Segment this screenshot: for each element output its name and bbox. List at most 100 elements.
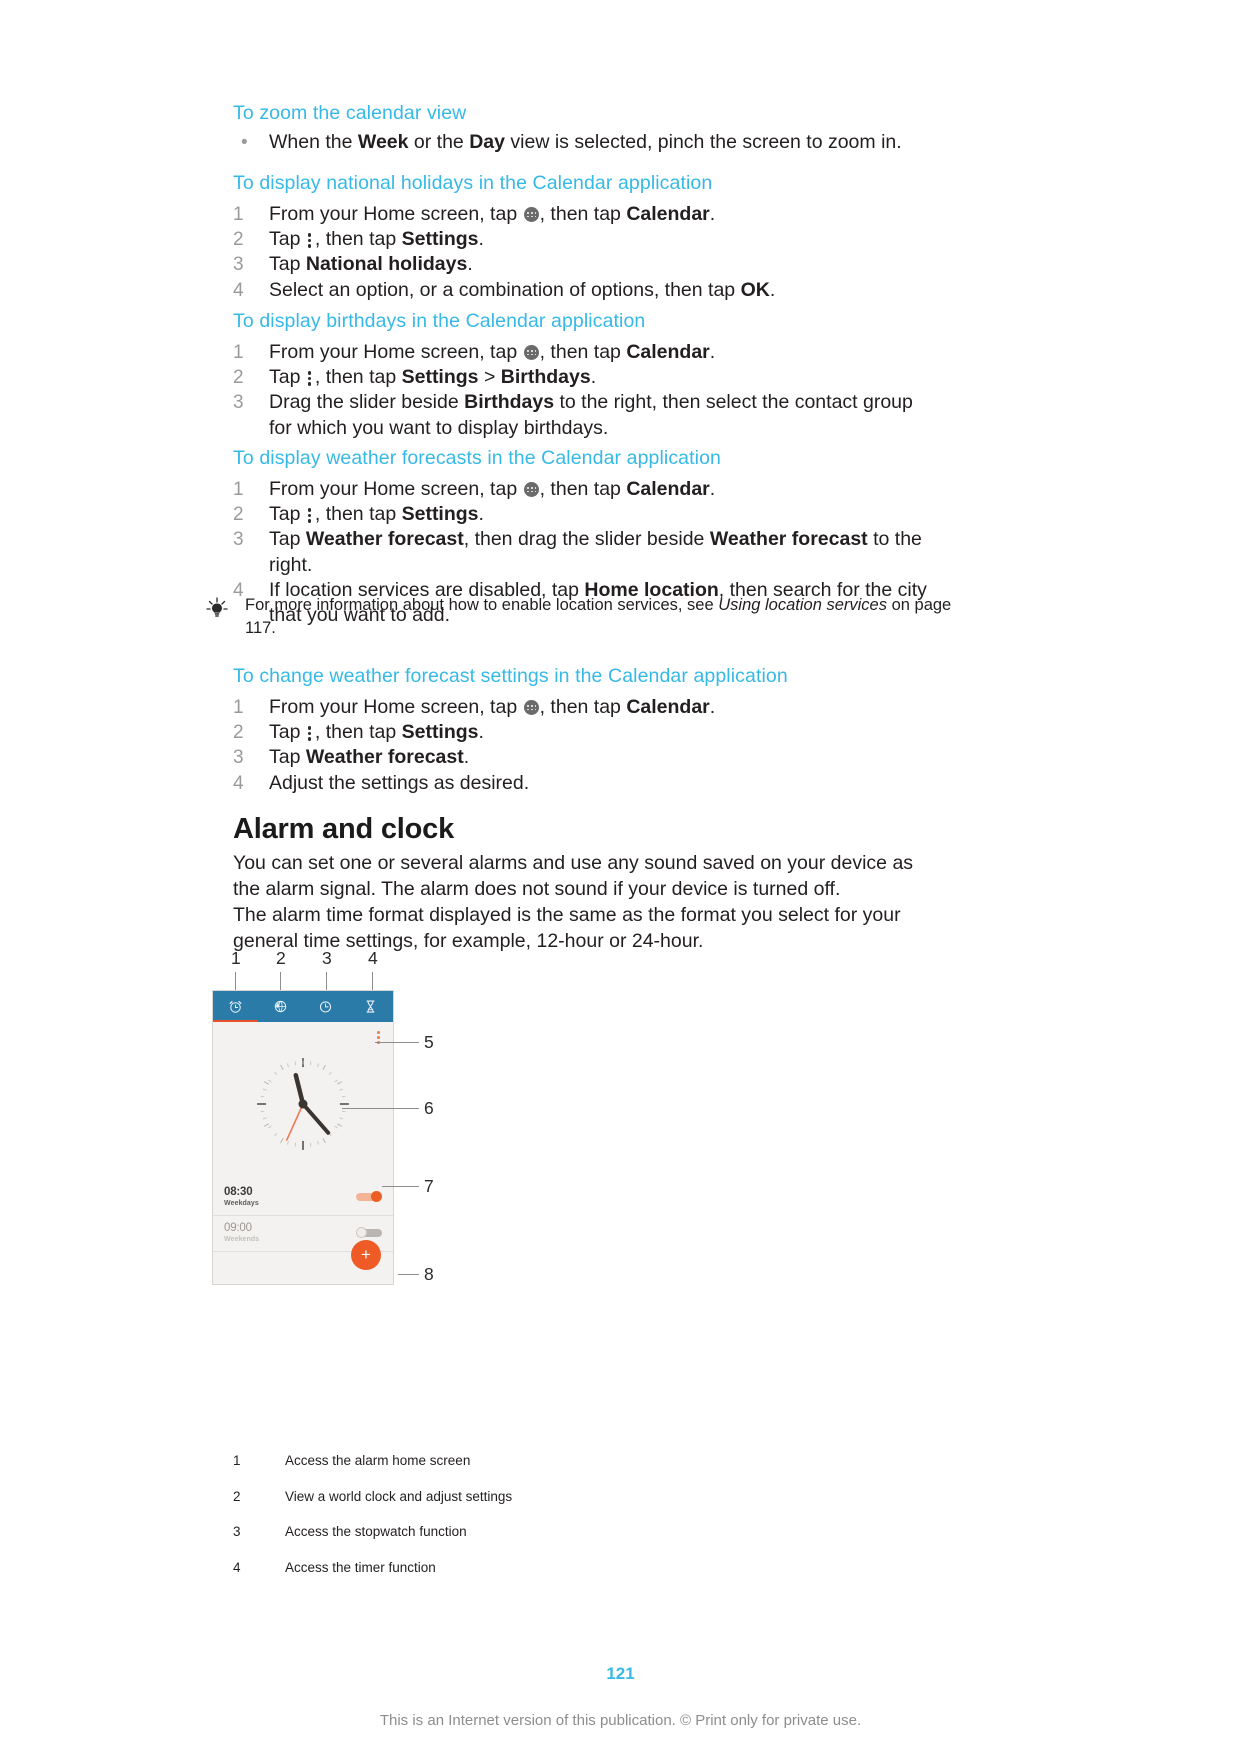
legend-row: 1 Access the alarm home screen xyxy=(233,1452,933,1470)
steps-national-holidays: 1 From your Home screen, tap , then tap C… xyxy=(233,202,933,303)
step-text: From your Home screen, tap , then tap Ca… xyxy=(269,478,716,500)
lightbulb-icon xyxy=(206,597,228,617)
callout-number-8: 8 xyxy=(424,1264,434,1284)
add-alarm-button[interactable]: + xyxy=(351,1240,381,1270)
step-text: Tap , then tap Settings > Birthdays. xyxy=(269,366,597,389)
legend-row: 4 Access the timer function xyxy=(233,1559,933,1577)
leader-line-7 xyxy=(382,1186,419,1188)
app-grid-icon xyxy=(523,207,539,222)
section-heading: To display birthdays in the Calendar app… xyxy=(233,310,646,332)
bullet-list: • When the Week or the Day view is selec… xyxy=(233,130,933,155)
section-birthdays: To display birthdays in the Calendar app… xyxy=(233,308,933,334)
step-text: Tap , then tap Settings. xyxy=(269,228,484,251)
clock-app-tabbar xyxy=(213,991,393,1022)
ui-term: OK xyxy=(740,278,770,301)
step-text: Tap Weather forecast, then drag the slid… xyxy=(269,528,922,576)
step-number: 3 xyxy=(233,529,244,551)
step-text: Tap Weather forecast. xyxy=(269,746,470,769)
list-item: 1 From your Home screen, tap , then tap C… xyxy=(233,340,933,365)
cross-reference: Using location services xyxy=(718,596,887,614)
step-number: 2 xyxy=(233,504,244,526)
step-text: From your Home screen, tap , then tap Ca… xyxy=(269,341,716,363)
list-item: 2 Tap , then tap Settings. xyxy=(233,502,933,527)
tab-alarm[interactable] xyxy=(213,991,258,1022)
leader-line-8 xyxy=(398,1274,419,1276)
paragraph: You can set one or several alarms and us… xyxy=(233,852,914,900)
step-number: 4 xyxy=(233,279,244,301)
step-text: Tap , then tap Settings. xyxy=(269,503,484,526)
bullet-marker: • xyxy=(241,132,248,153)
numbered-list: 1 From your Home screen, tap , then tap C… xyxy=(233,695,933,796)
alarm-toggle[interactable] xyxy=(356,1191,382,1202)
section-heading: To zoom the calendar view xyxy=(233,102,467,124)
app-grid-icon xyxy=(523,345,539,360)
legend-text: Access the stopwatch function xyxy=(285,1524,467,1539)
legend-number: 1 xyxy=(233,1453,241,1468)
tab-stopwatch[interactable] xyxy=(303,991,348,1022)
step-number: 3 xyxy=(233,254,244,276)
callout-number-5: 5 xyxy=(424,1032,434,1052)
list-item: 3 Drag the slider beside Birthdays to the… xyxy=(233,390,933,440)
ui-term: Weather forecast xyxy=(709,528,868,551)
section-heading: To display national holidays in the Cale… xyxy=(233,172,713,194)
list-item: 1 From your Home screen, tap , then tap C… xyxy=(233,695,933,720)
ui-term: Calendar xyxy=(626,203,710,225)
ui-term: Calendar xyxy=(626,478,710,500)
list-item: 1 From your Home screen, tap , then tap C… xyxy=(233,202,933,227)
alarm-intro-paragraph: You can set one or several alarms and us… xyxy=(233,851,933,902)
steps-zoom-calendar-view: • When the Week or the Day view is selec… xyxy=(233,130,933,155)
list-item: 2 Tap , then tap Settings > Birthdays. xyxy=(233,365,933,390)
numbered-list: 1 From your Home screen, tap , then tap C… xyxy=(233,202,933,303)
stopwatch-icon xyxy=(319,1001,332,1013)
callout-number-4: 4 xyxy=(368,948,378,968)
callout-number-2: 2 xyxy=(276,948,286,968)
legend-number: 4 xyxy=(233,1559,241,1575)
world-clock-icon xyxy=(274,1000,287,1013)
step-text: From your Home screen, tap , then tap Ca… xyxy=(269,696,716,718)
step-number: 1 xyxy=(233,479,244,500)
list-item: 4 Adjust the settings as desired. xyxy=(233,771,933,796)
ui-term: Weather forecast xyxy=(305,528,464,551)
tip-text: For more information about how to enable… xyxy=(245,596,952,637)
paragraph: The alarm time format displayed is the s… xyxy=(233,904,901,952)
ui-term: Birthdays xyxy=(464,391,555,414)
list-item: 3 Tap Weather forecast. xyxy=(233,745,933,770)
step-text: Drag the slider beside Birthdays to the … xyxy=(269,391,913,439)
steps-birthdays: 1 From your Home screen, tap , then tap C… xyxy=(233,340,933,441)
step-number: 2 xyxy=(233,722,244,744)
list-item: 4 Select an option, or a combination of o… xyxy=(233,278,933,303)
alarm-format-paragraph: The alarm time format displayed is the s… xyxy=(233,903,933,954)
step-text: From your Home screen, tap , then tap Ca… xyxy=(269,203,716,225)
step-number: 3 xyxy=(233,747,244,769)
alarm-row[interactable]: 08:30 Weekdays xyxy=(213,1180,393,1216)
ui-term: Settings xyxy=(401,721,479,744)
tab-world-clock[interactable] xyxy=(258,991,303,1022)
step-number: 1 xyxy=(233,697,244,718)
hourglass-timer-icon xyxy=(366,1000,375,1013)
overflow-menu-icon xyxy=(307,507,312,523)
footer-notice: This is an Internet version of this publ… xyxy=(379,1712,862,1729)
section-heading: To display weather forecasts in the Cale… xyxy=(233,447,721,469)
ui-term: Calendar xyxy=(626,341,710,363)
leader-line-6 xyxy=(342,1108,419,1110)
ui-term: Birthdays xyxy=(500,366,591,389)
list-item: 2 Tap , then tap Settings. xyxy=(233,227,933,252)
section-heading: To change weather forecast settings in t… xyxy=(233,665,788,687)
numbered-list: 1 From your Home screen, tap , then tap C… xyxy=(233,340,933,441)
alarm-clock-icon xyxy=(229,1001,242,1013)
figure-legend: 1 Access the alarm home screen 2 View a … xyxy=(233,1452,933,1594)
step-number: 4 xyxy=(233,772,244,794)
step-text: Select an option, or a combination of op… xyxy=(269,278,776,301)
legend-number: 2 xyxy=(233,1488,241,1504)
alarm-toggle[interactable] xyxy=(356,1227,382,1238)
alarm-and-clock-section: Alarm and clock xyxy=(233,812,933,846)
legend-number: 3 xyxy=(233,1524,241,1539)
clock-app-body: 08:30 Weekdays 09:00 Weekends + xyxy=(213,1022,393,1284)
tab-timer[interactable] xyxy=(348,991,393,1022)
overflow-menu-icon xyxy=(307,370,312,386)
phone-screen-mockup: 08:30 Weekdays 09:00 Weekends + xyxy=(212,990,394,1285)
page-title: Alarm and clock xyxy=(233,813,455,845)
step-text: When the Week or the Day view is selecte… xyxy=(269,131,902,153)
section-weather-forecasts: To display weather forecasts in the Cale… xyxy=(233,445,933,471)
list-item: 1 From your Home screen, tap , then tap C… xyxy=(233,477,933,502)
